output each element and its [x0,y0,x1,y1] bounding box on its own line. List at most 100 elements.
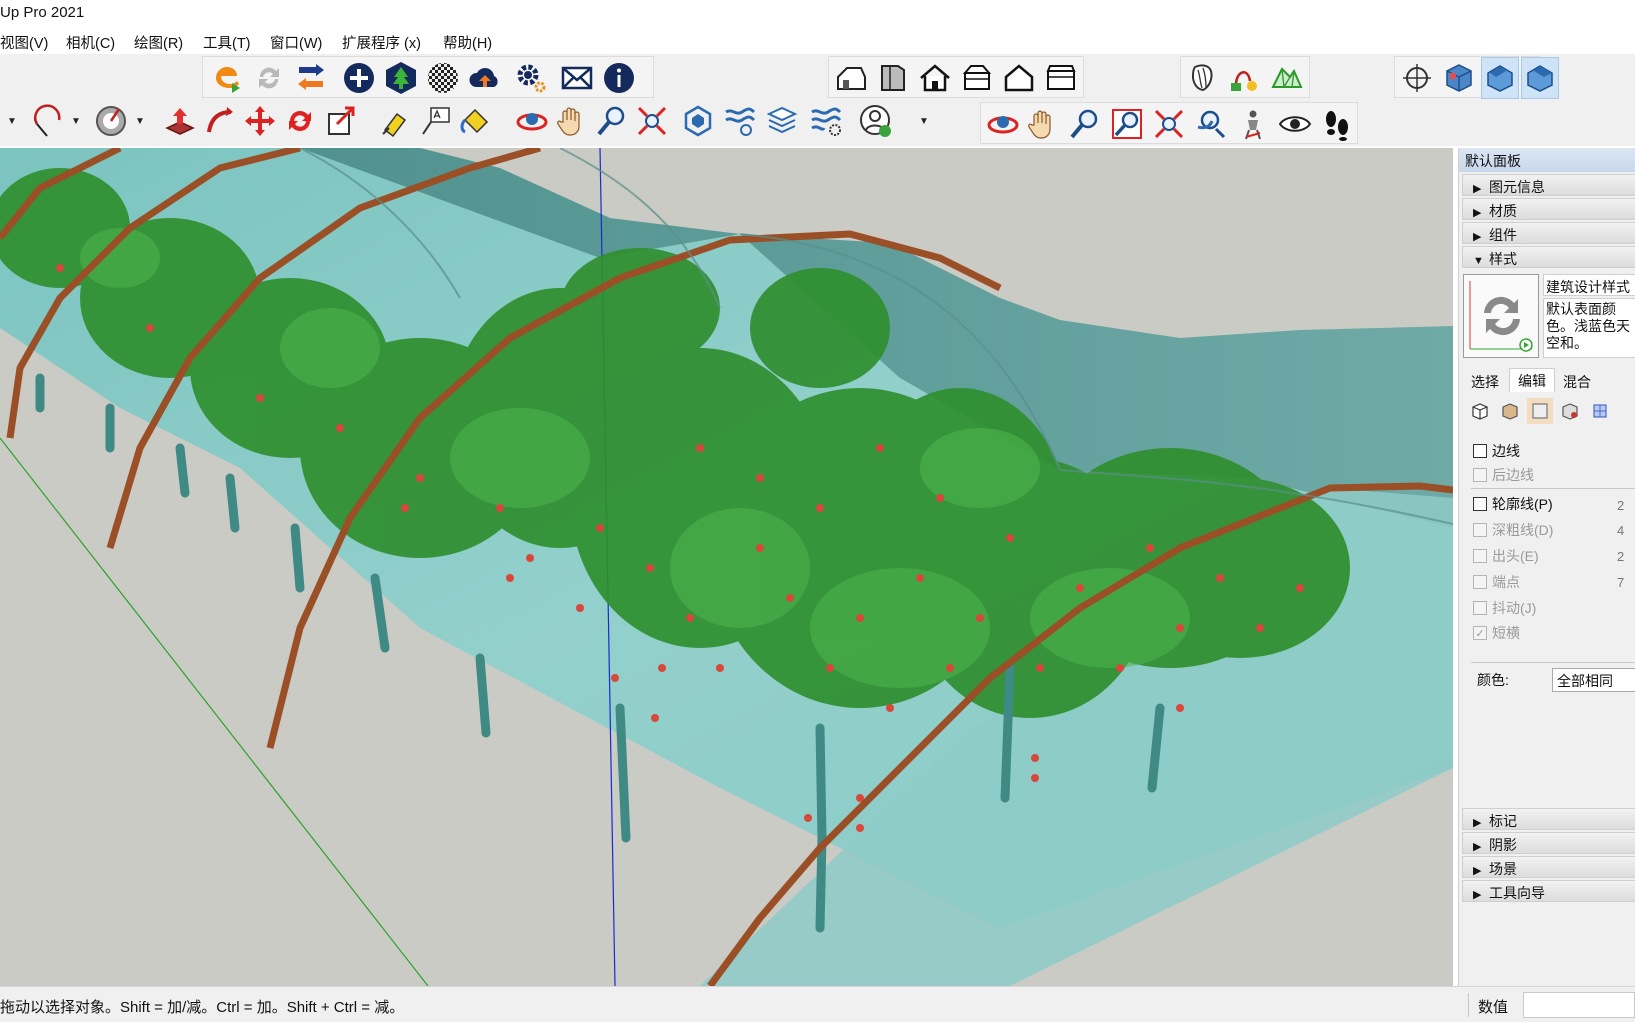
checkbox-box[interactable]: ✓ [1473,626,1487,640]
mail-icon[interactable] [557,57,597,99]
orbit-icon[interactable] [512,100,552,142]
tree-icon[interactable] [381,57,421,99]
zoom-extents-icon[interactable] [632,100,672,142]
endpoints-size[interactable]: 7 [1617,575,1624,590]
endpoints-checkbox[interactable]: 端点 [1473,571,1520,593]
terrain-icon[interactable] [1267,57,1307,99]
path-icon[interactable] [1225,57,1265,99]
house-side-icon[interactable] [831,57,871,99]
layers-icon[interactable] [720,100,760,142]
checkbox-box[interactable] [1473,497,1487,511]
menu-camera[interactable]: 相机(C) [66,32,115,53]
section-styles[interactable]: ▼ 样式 [1462,246,1635,268]
watermark-settings-icon[interactable] [1557,398,1583,424]
section-instructor[interactable]: ▶ 工具向导 [1462,880,1635,902]
scale-icon[interactable] [322,100,362,142]
pan-icon[interactable] [552,100,592,142]
section-entity-info[interactable]: ▶ 图元信息 [1462,174,1635,196]
checkbox-box[interactable] [1473,601,1487,615]
section-components[interactable]: ▶ 组件 [1462,222,1635,244]
edges-checkbox[interactable]: 边线 [1473,440,1520,462]
menu-draw[interactable]: 绘图(R) [134,32,183,53]
walk-icon[interactable] [1317,103,1357,145]
tab-select[interactable]: 选择 [1463,370,1507,394]
checkbox-box[interactable] [1473,575,1487,589]
extension-e-icon[interactable] [207,57,247,99]
look-around-icon[interactable] [1275,103,1315,145]
house-front-icon[interactable] [915,57,955,99]
door-box-icon[interactable] [873,57,913,99]
position-camera-icon[interactable] [1397,57,1437,99]
settings-layers-icon[interactable] [806,100,846,142]
gear-settings-icon[interactable] [511,57,551,99]
extension-length[interactable]: 2 [1617,549,1624,564]
orbit2-icon[interactable] [983,103,1023,145]
menu-tools[interactable]: 工具(T) [203,32,251,53]
transfer-icon[interactable] [291,57,331,99]
stack-icon[interactable] [762,100,802,142]
menu-extensions[interactable]: 扩展程序 (x) [342,32,421,53]
house-roof-icon[interactable] [957,57,997,99]
user-icon[interactable] [856,100,896,142]
back-edges-checkbox[interactable]: 后边线 [1473,464,1534,486]
measurements-input[interactable] [1523,992,1635,1018]
push-pull-icon[interactable] [160,100,200,142]
dashes-checkbox[interactable]: ✓ 短横 [1473,622,1520,644]
background-settings-icon[interactable] [1527,398,1553,424]
pan2-icon[interactable] [1023,103,1063,145]
checkbox-box[interactable] [1473,444,1487,458]
tab-edit[interactable]: 编辑 [1509,368,1555,392]
follow-me-icon[interactable] [200,100,240,142]
section-shadows[interactable]: ▶ 阴影 [1462,832,1635,854]
text-label-icon[interactable] [416,100,456,142]
zoom-window-icon[interactable] [1107,103,1147,145]
house-outline-icon[interactable] [999,57,1039,99]
iso-cube-icon[interactable] [1439,57,1479,99]
sandbox-icon[interactable] [1183,57,1223,99]
menu-view[interactable]: 视图(V) [0,32,48,53]
draw-dropdown[interactable]: ▼ [4,100,20,142]
paint-bucket-icon[interactable] [456,100,496,142]
extension-checkbox[interactable]: 出头(E) [1473,545,1539,567]
position-camera2-icon[interactable] [1233,103,1273,145]
color-select[interactable]: 全部相同 [1552,668,1635,692]
cloud-upload-icon[interactable] [465,57,505,99]
component-icon[interactable] [678,100,718,142]
info-icon[interactable] [599,57,639,99]
protractor-icon[interactable] [91,100,131,142]
view-right-icon[interactable] [1481,57,1519,99]
checkbox-box[interactable] [1473,468,1487,482]
menu-help[interactable]: 帮助(H) [443,32,492,53]
checkbox-box[interactable] [1473,549,1487,563]
section-tags[interactable]: ▶ 标记 [1462,808,1635,830]
tab-mix[interactable]: 混合 [1555,370,1599,394]
zoom-extents2-icon[interactable] [1149,103,1189,145]
house-shop-icon[interactable] [1041,57,1081,99]
add-circle-icon[interactable] [339,57,379,99]
jitter-checkbox[interactable]: 抖动(J) [1473,597,1536,619]
section-scenes[interactable]: ▶ 场景 [1462,856,1635,878]
previous-icon[interactable] [1191,103,1231,145]
sync-icon[interactable] [249,57,289,99]
section-materials[interactable]: ▶ 材质 [1462,198,1635,220]
zoom-icon[interactable] [592,100,632,142]
profiles-width[interactable]: 2 [1617,498,1624,513]
depth-cue-checkbox[interactable]: 深粗线(D) [1473,519,1553,541]
user-dropdown[interactable]: ▼ [916,100,932,142]
menu-window[interactable]: 窗口(W) [270,32,322,53]
modeling-settings-icon[interactable] [1587,398,1613,424]
move-icon[interactable] [240,100,280,142]
tape-measure-icon[interactable] [376,100,416,142]
arc-icon[interactable] [28,100,68,142]
arc-dropdown[interactable]: ▼ [68,100,84,142]
zoom2-icon[interactable] [1065,103,1105,145]
modeling-viewport[interactable] [0,148,1453,986]
style-thumbnail[interactable] [1463,274,1539,358]
edge-settings-icon[interactable] [1467,398,1493,424]
rotate-icon[interactable] [280,100,320,142]
face-settings-icon[interactable] [1497,398,1523,424]
protractor-dropdown[interactable]: ▼ [132,100,148,142]
depth-cue-width[interactable]: 4 [1617,523,1624,538]
checkbox-box[interactable] [1473,523,1487,537]
view-back-icon[interactable] [1521,57,1559,99]
